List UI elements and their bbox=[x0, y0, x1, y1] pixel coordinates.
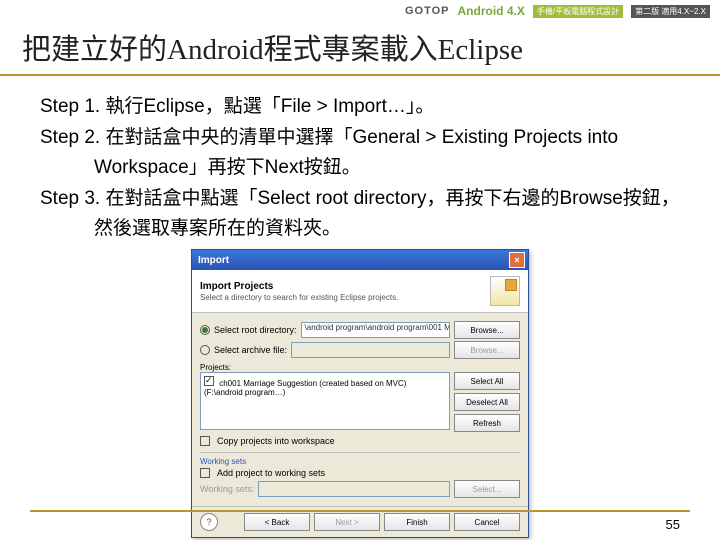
step-1: Step 1. 執行Eclipse，點選「File > Import…」。 bbox=[40, 92, 680, 121]
footer-rule bbox=[30, 510, 690, 512]
archive-label: Select archive file: bbox=[214, 345, 287, 355]
select-all-button[interactable]: Select All bbox=[454, 372, 520, 390]
copy-label: Copy projects into workspace bbox=[217, 436, 335, 446]
root-dir-radio[interactable] bbox=[200, 325, 210, 335]
banner-desc: Select a directory to search for existin… bbox=[200, 293, 398, 302]
select-ws-button: Select... bbox=[454, 480, 520, 498]
dialog-title: Import bbox=[198, 255, 229, 266]
badge-1: 手機/平板電腦程式設計 bbox=[533, 5, 623, 18]
import-dialog: Import × Import Projects Select a direct… bbox=[191, 249, 529, 538]
archive-radio[interactable] bbox=[200, 345, 210, 355]
step-2: Step 2. 在對話盒中央的清單中選擇「General > Existing … bbox=[40, 123, 680, 182]
banner-title: Import Projects bbox=[200, 281, 398, 292]
root-dir-label: Select root directory: bbox=[214, 325, 297, 335]
finish-button[interactable]: Finish bbox=[384, 513, 450, 531]
deselect-all-button[interactable]: Deselect All bbox=[454, 393, 520, 411]
projects-label: Projects: bbox=[200, 363, 520, 372]
close-icon[interactable]: × bbox=[509, 252, 525, 268]
gotop-logo: GOTOP bbox=[405, 5, 450, 17]
project-checkbox[interactable] bbox=[204, 376, 214, 386]
addws-label: Add project to working sets bbox=[217, 468, 325, 478]
slide-title: 把建立好的Android程式專案載入Eclipse bbox=[0, 24, 720, 76]
android-logo: Android 4.X bbox=[458, 4, 525, 18]
wslist-label: Working sets: bbox=[200, 484, 254, 494]
working-sets-label: Working sets bbox=[200, 457, 520, 466]
copy-checkbox[interactable] bbox=[200, 436, 210, 446]
import-icon bbox=[490, 276, 520, 306]
browse-root-button[interactable]: Browse... bbox=[454, 321, 520, 339]
page-number: 55 bbox=[666, 517, 680, 532]
project-item: ch001 Marriage Suggestion (created based… bbox=[204, 379, 406, 397]
badge-2: 第二版 適用4.X~2.X bbox=[631, 5, 710, 18]
next-button: Next > bbox=[314, 513, 380, 531]
step-3: Step 3. 在對話盒中點選「Select root directory，再按… bbox=[40, 184, 680, 243]
archive-input bbox=[291, 342, 450, 358]
addws-checkbox[interactable] bbox=[200, 468, 210, 478]
cancel-button[interactable]: Cancel bbox=[454, 513, 520, 531]
help-icon[interactable]: ? bbox=[200, 513, 218, 531]
refresh-button[interactable]: Refresh bbox=[454, 414, 520, 432]
root-dir-input[interactable]: \android program\android program\001 Mar… bbox=[301, 322, 450, 338]
back-button[interactable]: < Back bbox=[244, 513, 310, 531]
browse-archive-button: Browse... bbox=[454, 341, 520, 359]
projects-list[interactable]: ch001 Marriage Suggestion (created based… bbox=[200, 372, 450, 430]
wslist-input bbox=[258, 481, 450, 497]
